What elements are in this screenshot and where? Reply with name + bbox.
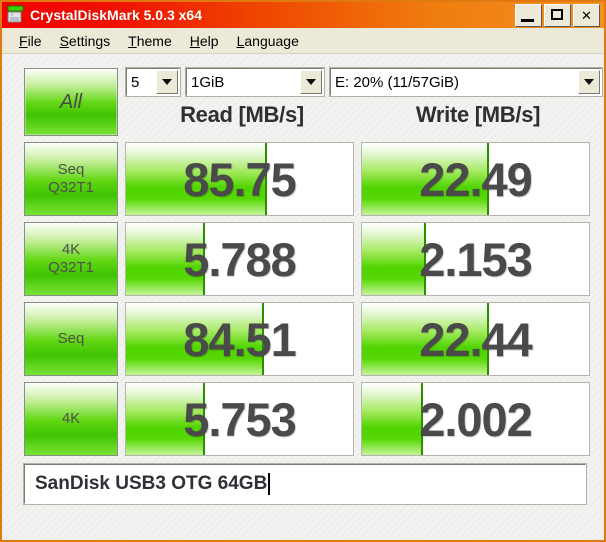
test-label-4k[interactable]: 4K bbox=[24, 382, 118, 456]
table-row: Seq Q32T1 85.75 22.49 bbox=[24, 142, 590, 216]
run-count-dropdown-arrow[interactable] bbox=[156, 70, 178, 94]
window-title: CrystalDiskMark 5.0.3 x64 bbox=[30, 7, 202, 23]
drive-select[interactable]: E: 20% (11/57GiB) bbox=[330, 68, 602, 96]
test-label-line2: Q32T1 bbox=[48, 179, 94, 196]
chevron-down-icon bbox=[162, 79, 172, 85]
comment-field-wrapper: SanDisk USB3 OTG 64GB bbox=[24, 464, 586, 504]
write-score-value: 2.153 bbox=[419, 232, 533, 286]
write-score-value: 22.49 bbox=[419, 152, 533, 206]
test-label-line1: 4K bbox=[61, 241, 81, 259]
write-score-value: 2.002 bbox=[419, 392, 533, 446]
menu-item-language[interactable]: Language bbox=[228, 31, 308, 51]
run-count-select[interactable]: 5 bbox=[126, 68, 180, 96]
test-options: 5 1GiB E: 20% (11/57GiB) bbox=[126, 68, 602, 96]
results-table: Seq Q32T1 85.75 22.49 4K Q32T1 5.788 2.1… bbox=[24, 142, 590, 462]
test-size-value: 1GiB bbox=[191, 73, 225, 91]
write-score-value: 22.44 bbox=[419, 312, 533, 366]
table-row: 4K Q32T1 5.788 2.153 bbox=[24, 222, 590, 296]
read-score-seq: 84.51 bbox=[125, 302, 354, 376]
chevron-down-icon bbox=[584, 79, 594, 85]
read-score-seq-q32t1: 85.75 bbox=[125, 142, 354, 216]
maximize-button[interactable] bbox=[544, 3, 571, 27]
read-score-value: 85.75 bbox=[183, 152, 297, 206]
comment-text: SanDisk USB3 OTG 64GB bbox=[35, 473, 268, 494]
read-score-value: 84.51 bbox=[183, 312, 297, 366]
test-label-seq-q32t1[interactable]: Seq Q32T1 bbox=[24, 142, 118, 216]
read-score-4k-q32t1: 5.788 bbox=[125, 222, 354, 296]
disk-icon bbox=[6, 5, 26, 25]
column-headers: Read [MB/s] Write [MB/s] bbox=[126, 102, 586, 128]
test-label-line2: Q32T1 bbox=[48, 259, 94, 276]
menu-label-help-rest: elp bbox=[199, 32, 219, 49]
read-score-value: 5.753 bbox=[183, 392, 297, 446]
close-icon: ✕ bbox=[581, 7, 592, 23]
drive-value: E: 20% (11/57GiB) bbox=[335, 73, 459, 91]
table-row: Seq 84.51 22.44 bbox=[24, 302, 590, 376]
run-all-button[interactable]: All bbox=[24, 68, 118, 136]
test-label-line1: 4K bbox=[61, 410, 81, 428]
menu-bar: File Settings Theme Help Language bbox=[2, 28, 604, 54]
read-column-header: Read [MB/s] bbox=[180, 102, 304, 127]
menu-label-settings-rest: ettings bbox=[68, 32, 111, 49]
maximize-icon bbox=[551, 8, 563, 20]
menu-label-language-rest: anguage bbox=[244, 32, 299, 49]
write-score-seq-q32t1: 22.49 bbox=[361, 142, 590, 216]
menu-item-theme[interactable]: Theme bbox=[119, 31, 181, 51]
crystaldiskmark-window: CrystalDiskMark 5.0.3 x64 ✕ File Setting… bbox=[0, 0, 606, 542]
test-size-select[interactable]: 1GiB bbox=[186, 68, 324, 96]
read-score-4k: 5.753 bbox=[125, 382, 354, 456]
comment-input[interactable]: SanDisk USB3 OTG 64GB bbox=[24, 464, 586, 504]
write-column-header: Write [MB/s] bbox=[415, 102, 541, 127]
title-bar: CrystalDiskMark 5.0.3 x64 ✕ bbox=[2, 2, 604, 28]
test-label-line1: Seq bbox=[57, 330, 85, 348]
test-label-seq[interactable]: Seq bbox=[24, 302, 118, 376]
test-label-4k-q32t1[interactable]: 4K Q32T1 bbox=[24, 222, 118, 296]
test-size-dropdown-arrow[interactable] bbox=[300, 70, 322, 94]
minimize-button[interactable] bbox=[515, 3, 542, 27]
chevron-down-icon bbox=[306, 79, 316, 85]
toolbar: All bbox=[24, 68, 118, 136]
table-row: 4K 5.753 2.002 bbox=[24, 382, 590, 456]
menu-item-file[interactable]: File bbox=[10, 31, 51, 51]
menu-label-file-rest: ile bbox=[27, 32, 42, 49]
write-score-4k-q32t1: 2.153 bbox=[361, 222, 590, 296]
main-panel: All 5 1GiB E: 20% (11/57GiB) Read [MB/s]… bbox=[2, 54, 604, 540]
close-button[interactable]: ✕ bbox=[573, 3, 600, 27]
write-score-seq: 22.44 bbox=[361, 302, 590, 376]
test-label-line1: Seq bbox=[57, 161, 85, 179]
menu-label-theme-rest: heme bbox=[136, 32, 172, 49]
read-score-value: 5.788 bbox=[183, 232, 297, 286]
run-count-value: 5 bbox=[131, 73, 140, 91]
text-caret bbox=[268, 473, 271, 495]
drive-dropdown-arrow[interactable] bbox=[578, 70, 600, 94]
minimize-icon bbox=[521, 18, 534, 22]
menu-item-settings[interactable]: Settings bbox=[51, 31, 120, 51]
window-controls: ✕ bbox=[515, 3, 602, 27]
menu-item-help[interactable]: Help bbox=[181, 31, 228, 51]
write-score-4k: 2.002 bbox=[361, 382, 590, 456]
